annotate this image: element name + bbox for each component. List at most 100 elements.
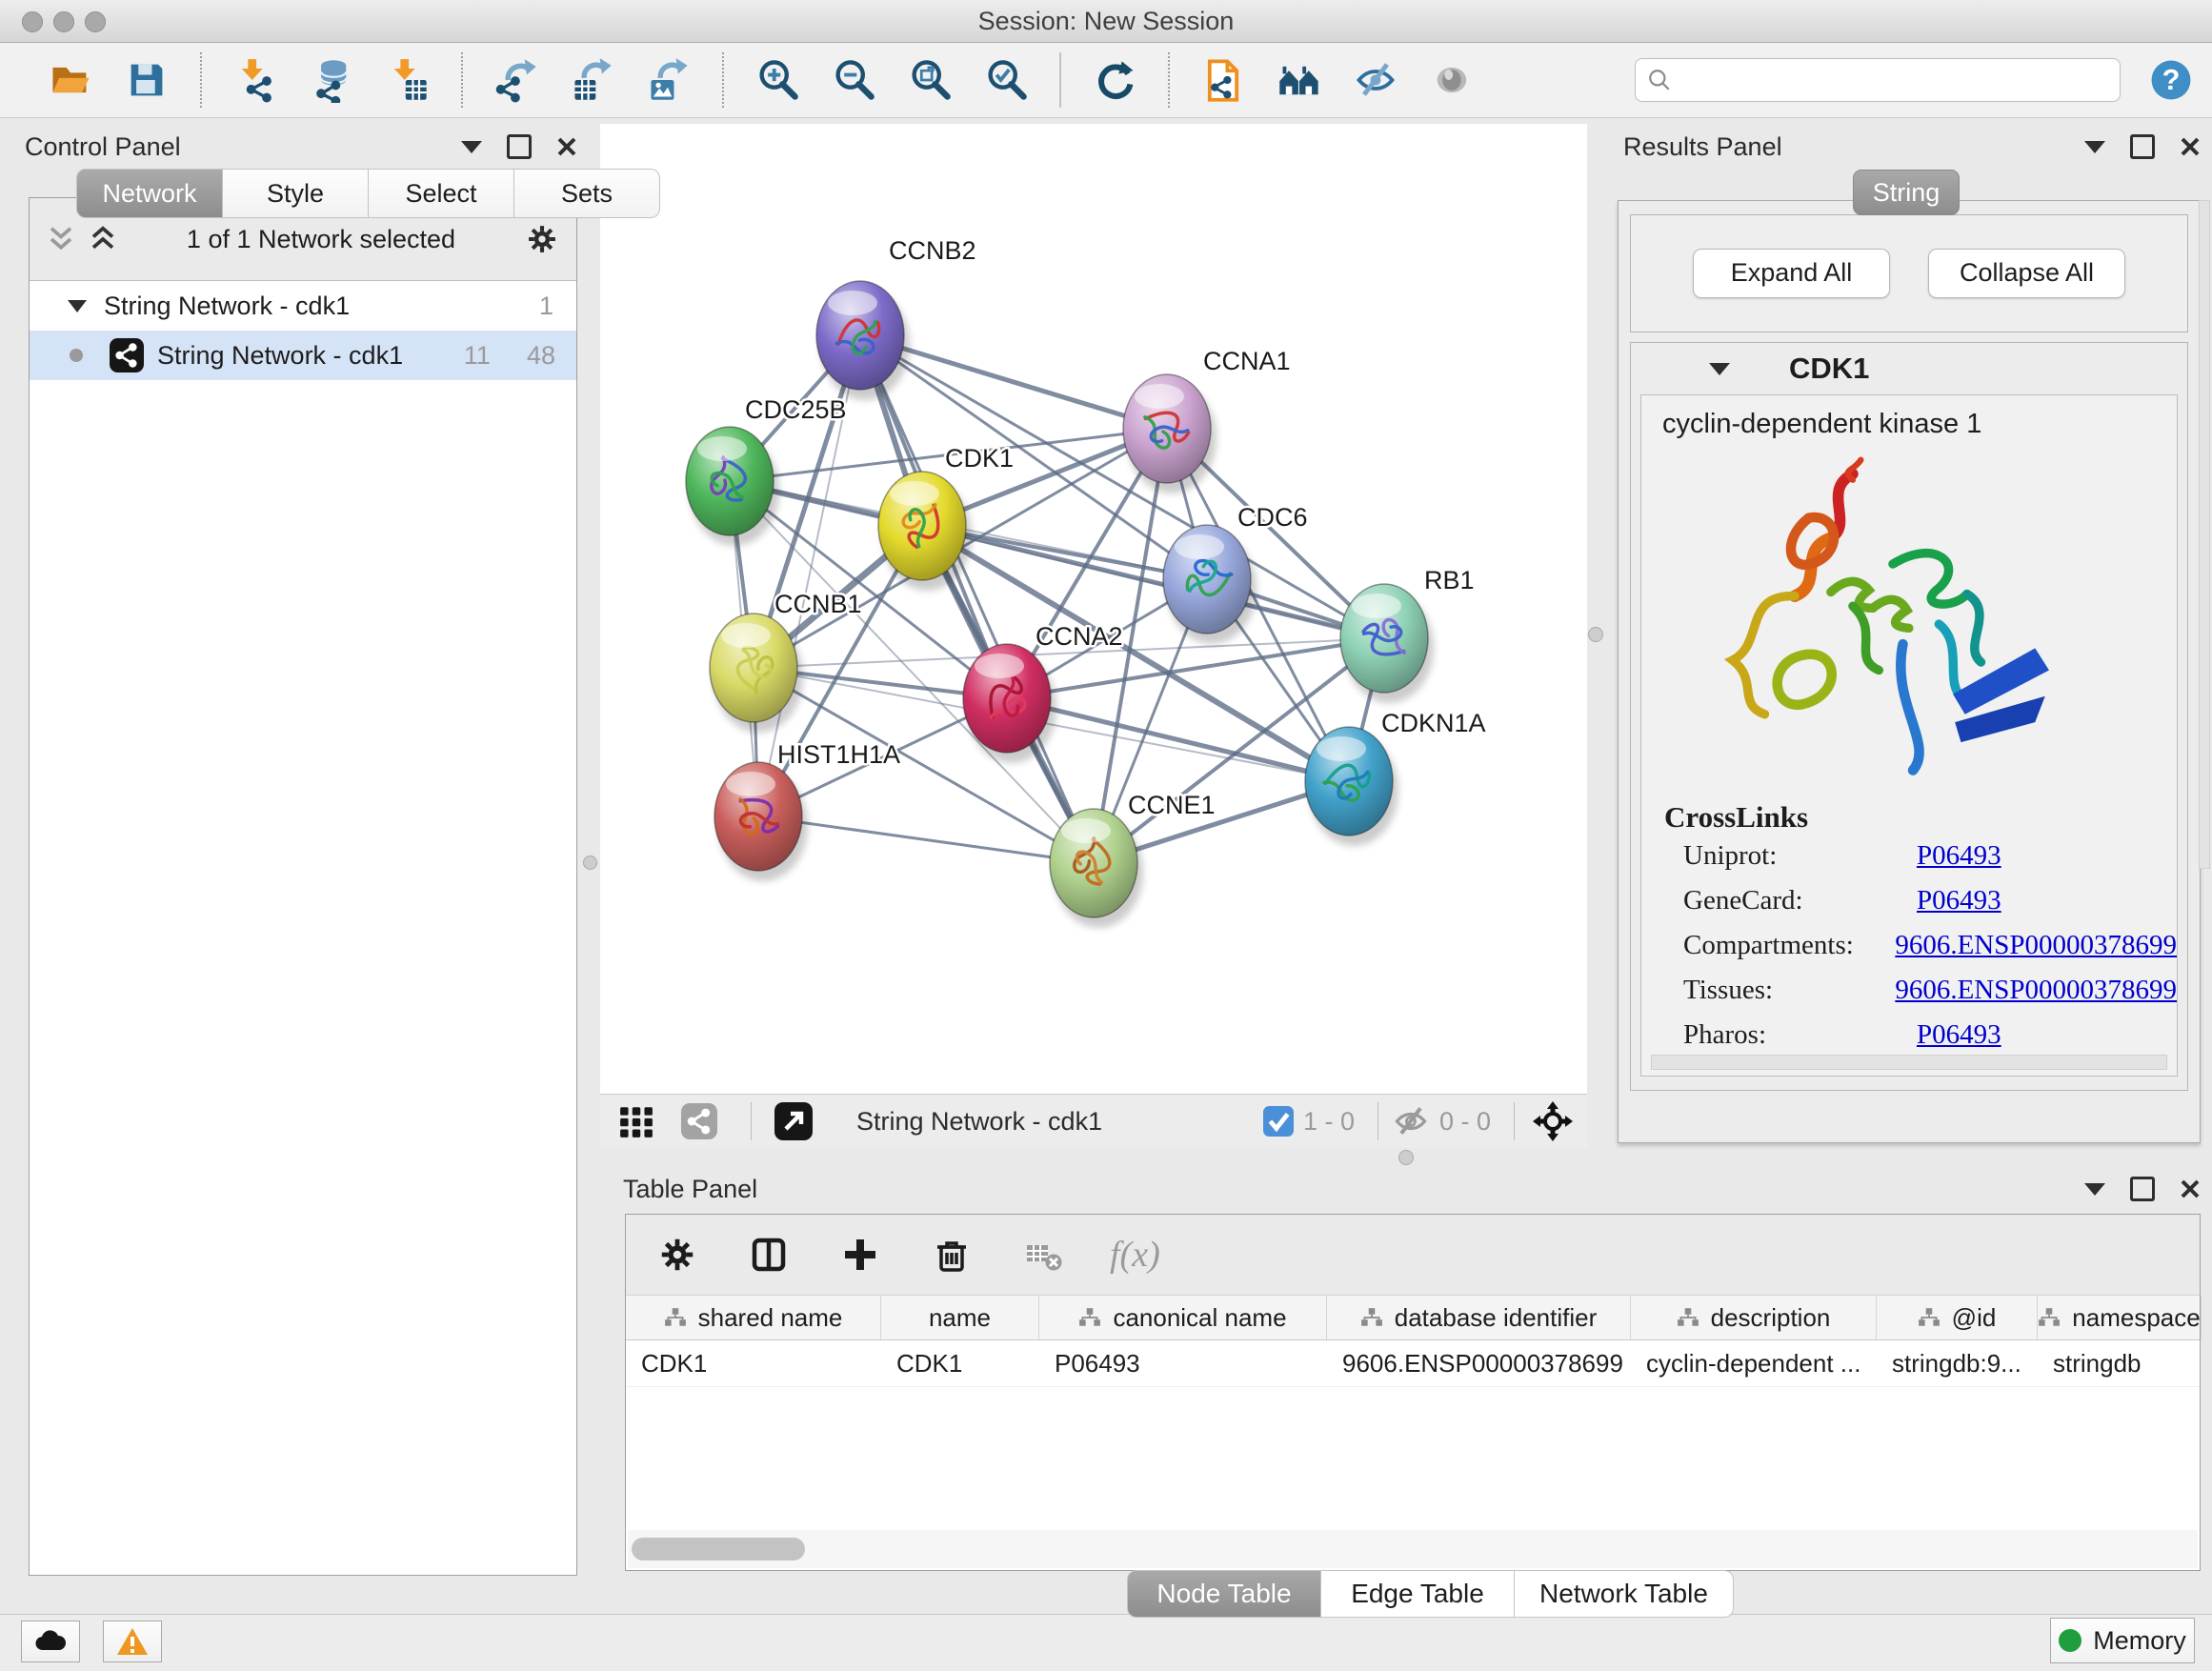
- tab-network-table[interactable]: Network Table: [1515, 1570, 1734, 1618]
- delete-table-button[interactable]: [1018, 1230, 1068, 1279]
- column-header-name[interactable]: name: [881, 1296, 1039, 1339]
- crosslink-link[interactable]: P06493: [1917, 840, 2001, 872]
- save-session-button[interactable]: [122, 55, 171, 105]
- share-view-icon: [681, 1103, 717, 1139]
- float-panel-icon[interactable]: [2130, 134, 2155, 159]
- column-header-description[interactable]: description: [1631, 1296, 1877, 1339]
- cloud-button[interactable]: [21, 1621, 80, 1662]
- export-network-button[interactable]: [492, 55, 541, 105]
- network-node-CCNE1[interactable]: CCNE1: [1050, 791, 1216, 928]
- crosslink-link[interactable]: 9606.ENSP00000378699: [1895, 930, 2177, 961]
- houses-icon: [1277, 57, 1322, 103]
- zoom-fit-button[interactable]: [905, 55, 955, 105]
- collapse-all-icon[interactable]: [89, 225, 117, 253]
- memory-button[interactable]: Memory: [2050, 1618, 2195, 1663]
- close-panel-icon[interactable]: [2180, 136, 2201, 157]
- panel-menu-icon[interactable]: [461, 141, 482, 153]
- zoom-out-button[interactable]: [829, 55, 878, 105]
- collapse-all-button[interactable]: Collapse All: [1928, 249, 2125, 298]
- panel-menu-icon[interactable]: [2084, 1183, 2105, 1196]
- split-table-button[interactable]: [744, 1230, 794, 1279]
- network-canvas[interactable]: CCNB2CCNA1CDC25BCDK1CDC6RB1CCNB1CCNA2CDK…: [600, 124, 1587, 1094]
- column-header-database-identifier[interactable]: database identifier: [1327, 1296, 1631, 1339]
- tab-style[interactable]: Style: [223, 169, 369, 218]
- network-row[interactable]: String Network - cdk1 11 48: [30, 331, 576, 380]
- export-table-button[interactable]: [568, 55, 617, 105]
- horizontal-splitter-handle[interactable]: [1398, 1150, 1414, 1165]
- left-splitter-handle[interactable]: [583, 856, 597, 870]
- import-network-from-database-button[interactable]: [307, 55, 356, 105]
- search-input[interactable]: [1672, 65, 2120, 96]
- column-header-namespace[interactable]: namespace: [2038, 1296, 2202, 1339]
- open-folder-icon: [48, 57, 93, 103]
- selected-checkbox-icon[interactable]: [1263, 1106, 1294, 1137]
- table-row[interactable]: CDK1CDK1P064939606.ENSP00000378699cyclin…: [626, 1340, 2200, 1387]
- import-network-from-file-button[interactable]: [231, 55, 280, 105]
- float-panel-icon[interactable]: [2130, 1177, 2155, 1201]
- hidden-eye-icon[interactable]: [1392, 1102, 1430, 1140]
- expand-all-icon[interactable]: [47, 225, 75, 253]
- network-node-RB1[interactable]: RB1: [1340, 566, 1475, 703]
- refresh-button[interactable]: [1090, 55, 1139, 105]
- results-hscrollbar[interactable]: [1651, 1055, 2167, 1070]
- network-node-CCNA2[interactable]: CCNA2: [963, 622, 1123, 763]
- tab-string[interactable]: String: [1853, 170, 1960, 215]
- hide-panels-button[interactable]: [1351, 55, 1400, 105]
- column-header-shared-name[interactable]: shared name: [626, 1296, 881, 1339]
- table-hscrollbar[interactable]: [628, 1530, 2198, 1568]
- results-vscrollbar[interactable]: [2199, 200, 2210, 869]
- results-panel: Results Panel String Expand All Collapse…: [1606, 124, 2212, 1153]
- tab-edge-table[interactable]: Edge Table: [1321, 1570, 1515, 1618]
- column-header-canonical-name[interactable]: canonical name: [1039, 1296, 1327, 1339]
- node-label-HIST1H1A: HIST1H1A: [777, 740, 900, 769]
- tab-select[interactable]: Select: [369, 169, 514, 218]
- network-edge-CCNA2-CDKN1A[interactable]: [1007, 698, 1349, 781]
- detach-view-button[interactable]: [769, 1097, 818, 1146]
- scrollbar-thumb[interactable]: [632, 1538, 805, 1560]
- right-splitter-handle[interactable]: [1588, 627, 1603, 642]
- network-snapshot-button[interactable]: [1198, 55, 1248, 105]
- show-panels-button[interactable]: [1427, 55, 1477, 105]
- network-node-CCNB1[interactable]: CCNB1: [710, 590, 862, 733]
- column-header-@id[interactable]: @id: [1877, 1296, 2038, 1339]
- crosslink-link[interactable]: P06493: [1917, 1019, 2001, 1051]
- network-edge-HIST1H1A-CCNE1[interactable]: [758, 816, 1094, 863]
- panel-menu-icon[interactable]: [2084, 141, 2105, 153]
- grid-view-button[interactable]: [612, 1097, 661, 1146]
- zoom-in-button[interactable]: [753, 55, 802, 105]
- network-collection-row[interactable]: String Network - cdk1 1: [30, 281, 576, 331]
- zoom-selected-button[interactable]: [981, 55, 1031, 105]
- crosslink-link[interactable]: P06493: [1917, 885, 2001, 916]
- export-image-button[interactable]: [644, 55, 694, 105]
- network-node-HIST1H1A[interactable]: HIST1H1A: [714, 740, 900, 881]
- close-panel-icon[interactable]: [2180, 1178, 2201, 1199]
- birds-eye-view-button[interactable]: [1275, 55, 1324, 105]
- tree-expand-icon[interactable]: [68, 300, 87, 312]
- expand-all-button[interactable]: Expand All: [1693, 249, 1890, 298]
- help-button[interactable]: ?: [2147, 56, 2195, 109]
- open-session-button[interactable]: [46, 55, 95, 105]
- close-panel-icon[interactable]: [556, 136, 577, 157]
- gear-icon[interactable]: [525, 222, 559, 256]
- float-panel-icon[interactable]: [507, 134, 532, 159]
- network-node-CCNB2[interactable]: CCNB2: [816, 236, 976, 400]
- table-settings-button[interactable]: [653, 1230, 702, 1279]
- fit-selected-button[interactable]: [1528, 1097, 1578, 1146]
- network-node-CDKN1A[interactable]: CDKN1A: [1305, 709, 1486, 846]
- network-node-CCNA1[interactable]: CCNA1: [1123, 347, 1291, 493]
- delete-column-button[interactable]: [927, 1230, 976, 1279]
- tab-sets[interactable]: Sets: [514, 169, 660, 218]
- apply-function-button[interactable]: f(x): [1110, 1234, 1160, 1276]
- node-table-box: f(x) shared namenamecanonical namedataba…: [625, 1214, 2201, 1571]
- network-edge-CCNB2-CCNE1[interactable]: [860, 335, 1094, 863]
- warning-button[interactable]: [103, 1621, 162, 1662]
- share-view-button[interactable]: [674, 1097, 724, 1146]
- add-column-button[interactable]: [835, 1230, 885, 1279]
- import-table-from-file-button[interactable]: [383, 55, 432, 105]
- crosslink-link[interactable]: 9606.ENSP00000378699: [1895, 975, 2177, 1006]
- section-collapse-icon[interactable]: [1709, 363, 1730, 375]
- gene-section-header[interactable]: CDK1: [1631, 343, 2187, 394]
- global-search-field[interactable]: [1635, 58, 2121, 102]
- tab-node-table[interactable]: Node Table: [1127, 1570, 1321, 1618]
- tab-network[interactable]: Network: [76, 169, 223, 218]
